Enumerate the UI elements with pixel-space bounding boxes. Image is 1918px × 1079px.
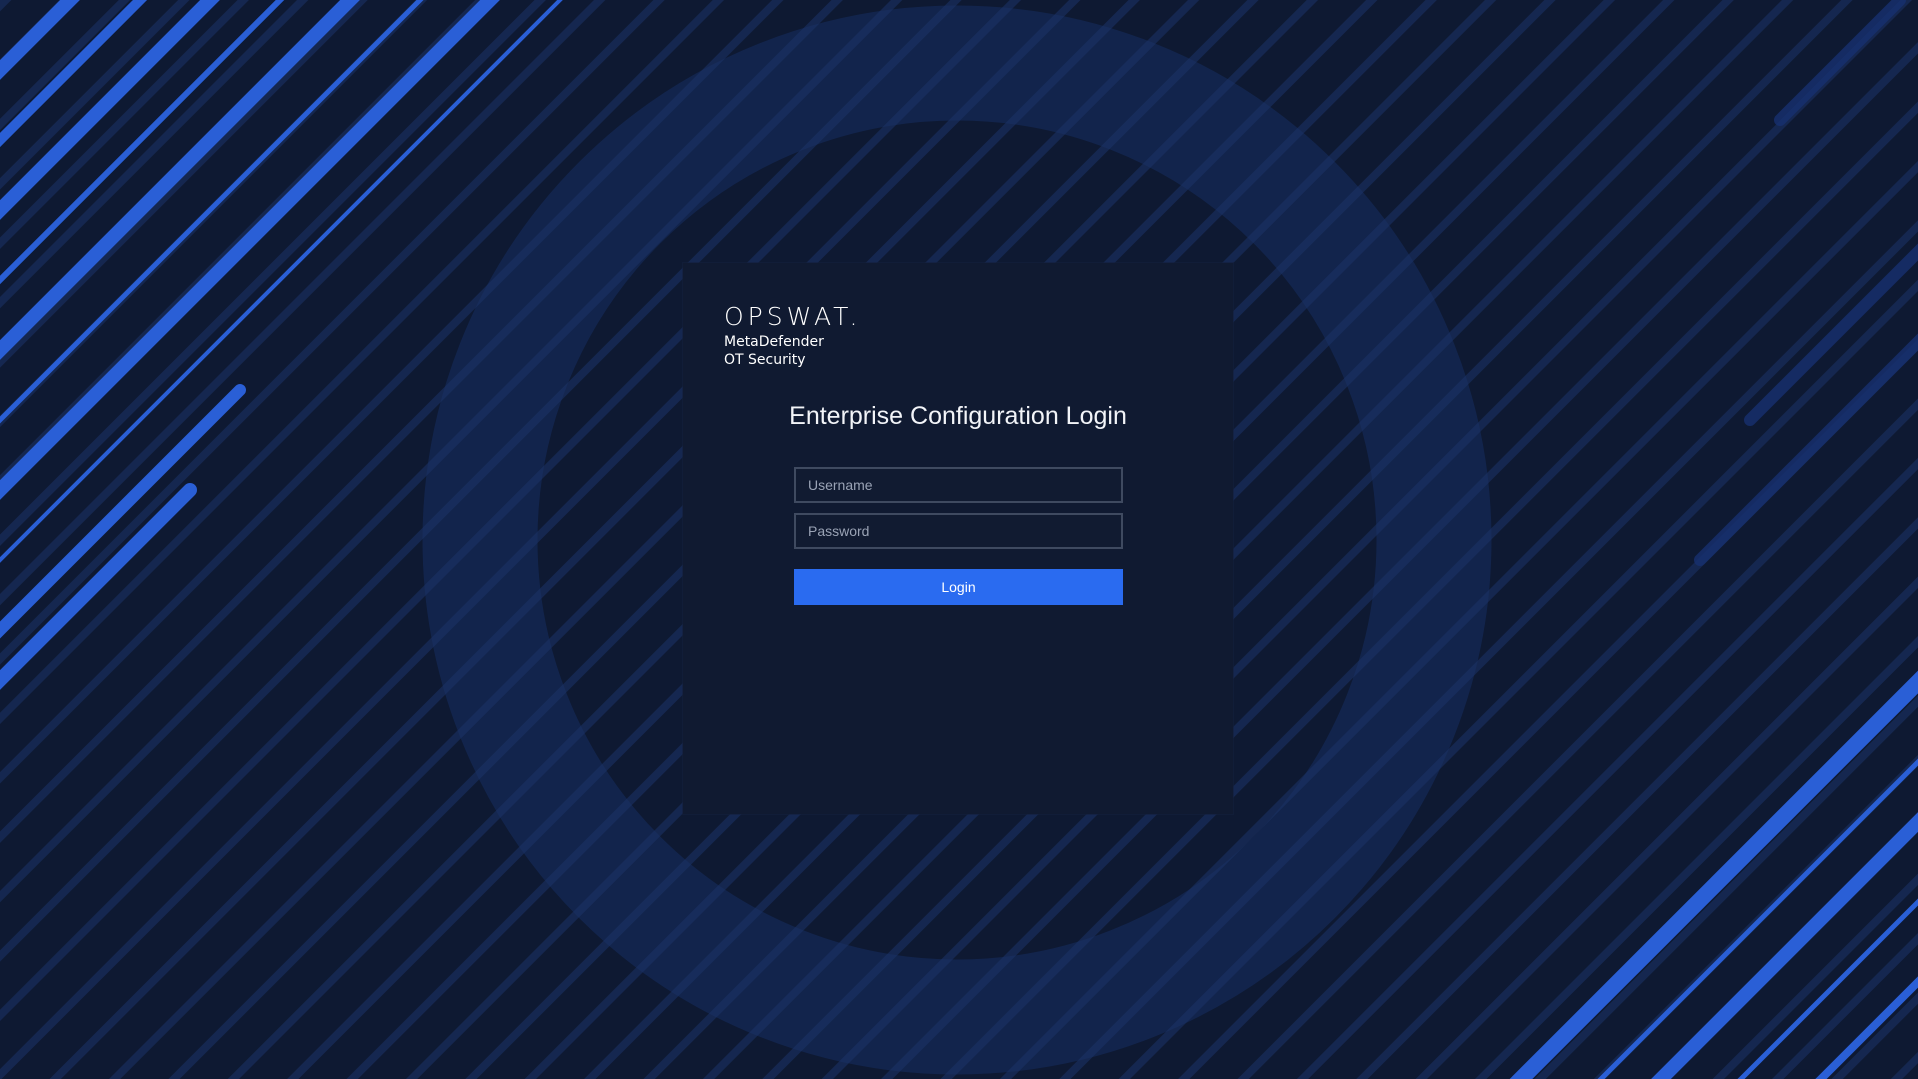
- login-button[interactable]: Login: [794, 569, 1123, 605]
- page-title: Enterprise Configuration Login: [789, 402, 1127, 430]
- login-panel: OPSWAT. MetaDefender OT Security Enterpr…: [683, 263, 1233, 814]
- logo-wordmark: OPSWAT.: [724, 302, 862, 331]
- logo-product-line2: OT Security: [724, 352, 806, 368]
- opswat-logo: OPSWAT. MetaDefender OT Security: [724, 303, 861, 369]
- logo-product-line1: MetaDefender: [724, 334, 824, 350]
- password-input[interactable]: [794, 513, 1123, 549]
- username-input[interactable]: [794, 467, 1123, 503]
